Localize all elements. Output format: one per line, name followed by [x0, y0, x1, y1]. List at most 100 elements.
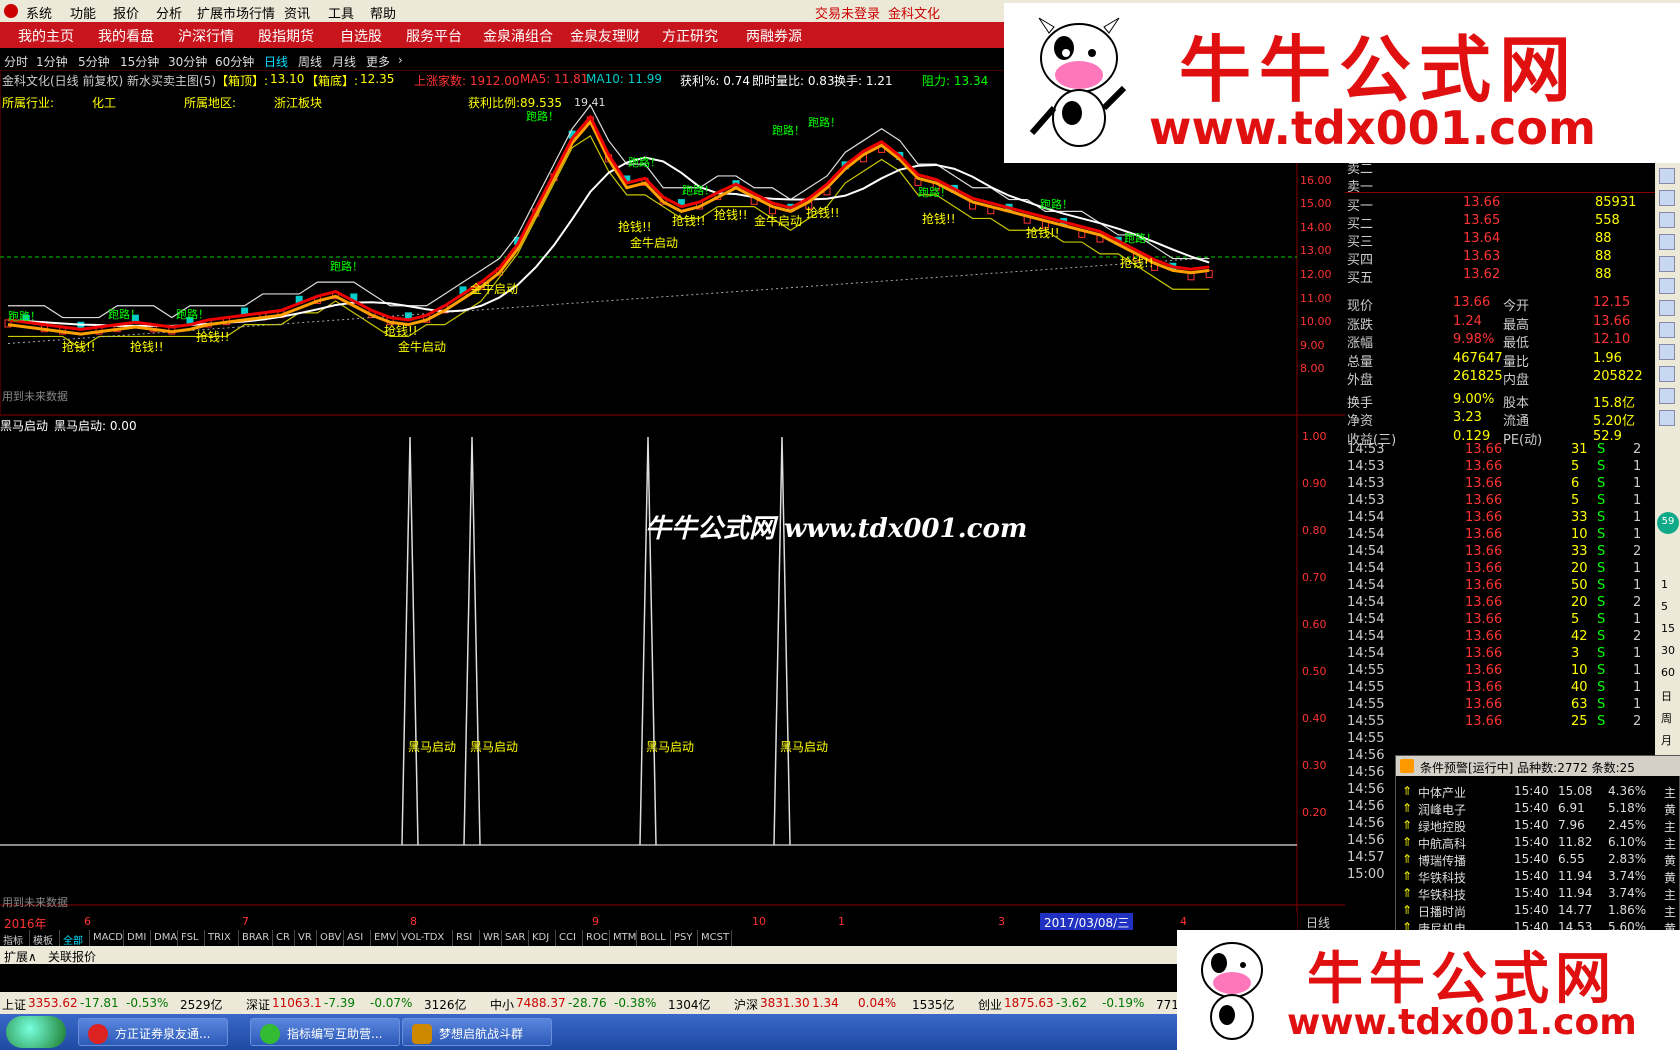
side-tool-icon[interactable]	[1659, 278, 1675, 294]
alert-name[interactable]: 博瑞传播	[1418, 852, 1466, 869]
side-period-label[interactable]: 1	[1661, 578, 1668, 591]
alert-name[interactable]: 日播时尚	[1418, 903, 1466, 920]
nav-margin[interactable]: 两融券源	[746, 26, 802, 46]
alert-name[interactable]: 绿地控股	[1418, 818, 1466, 835]
indicator-tab[interactable]: TRIX	[205, 930, 239, 946]
nav-futures[interactable]: 股指期货	[258, 26, 314, 46]
alert-header[interactable]: 条件预警[运行中] 品种数:2772 条数:25	[1396, 756, 1680, 776]
alert-up-icon: ⇑	[1402, 818, 1413, 832]
menu-item-analysis[interactable]: 分析	[156, 3, 182, 22]
nav-watch[interactable]: 我的看盘	[98, 26, 154, 46]
alert-panel[interactable]: 条件预警[运行中] 品种数:2772 条数:25 ⇑ 中体产业 15:40 15.08…	[1395, 755, 1680, 936]
indicator-tab[interactable]: DMI	[124, 930, 151, 946]
side-tool-icon[interactable]	[1659, 190, 1675, 206]
alert-name[interactable]: 润峰电子	[1418, 801, 1466, 818]
indicator-tab[interactable]: VOL-TDX	[398, 930, 453, 946]
tick-count: 2	[1633, 629, 1642, 644]
side-period-label[interactable]: 周	[1661, 710, 1672, 726]
ext-toggle-button[interactable]: 扩展∧	[4, 948, 37, 965]
trade-status[interactable]: 交易未登录	[815, 3, 880, 22]
period-timeshare[interactable]: 分时	[4, 53, 28, 70]
period-15min[interactable]: 15分钟	[120, 53, 159, 70]
side-period-label[interactable]: 30	[1661, 644, 1675, 657]
period-60min[interactable]: 60分钟	[215, 53, 254, 70]
nav-portfolio[interactable]: 金泉涌组合	[483, 26, 553, 46]
side-tool-icon[interactable]	[1659, 388, 1675, 404]
ma10-value: MA10: 11.99	[586, 72, 663, 86]
indicator-tab[interactable]: ROC	[583, 930, 610, 946]
indicator-tab[interactable]: CR	[273, 930, 295, 946]
index-name[interactable]: 上证	[2, 996, 26, 1013]
nav-finance[interactable]: 金泉友理财	[570, 26, 640, 46]
side-tool-icon[interactable]	[1659, 366, 1675, 382]
period-weekly[interactable]: 周线	[298, 53, 322, 70]
side-period-label[interactable]: 日	[1661, 688, 1672, 704]
indicator-tab[interactable]: MCST	[698, 930, 732, 946]
indicator-tab[interactable]: WR	[480, 930, 502, 946]
alert-name[interactable]: 中体产业	[1418, 784, 1466, 801]
side-period-label[interactable]: 60	[1661, 666, 1675, 679]
stat-label: 总量	[1347, 354, 1374, 370]
alert-name[interactable]: 华铁科技	[1418, 886, 1466, 903]
alert-name[interactable]: 华铁科技	[1418, 869, 1466, 886]
side-tool-icon[interactable]	[1659, 300, 1675, 316]
side-tool-icon[interactable]	[1659, 234, 1675, 250]
menu-item-system[interactable]: 系统	[26, 3, 52, 22]
index-name[interactable]: 深证	[246, 996, 270, 1013]
indicator-tab[interactable]: 指标	[0, 930, 30, 947]
indicator-tab[interactable]: MACD	[90, 930, 124, 946]
menu-item-function[interactable]: 功能	[70, 3, 96, 22]
nav-watchlist[interactable]: 自选股	[340, 26, 382, 46]
indicator-tab[interactable]: KDJ	[529, 930, 556, 946]
indicator-tab[interactable]: 模板	[30, 930, 60, 947]
side-period-label[interactable]: 月	[1661, 732, 1672, 748]
index-name[interactable]: 沪深	[734, 996, 758, 1013]
start-button[interactable]	[6, 1016, 66, 1048]
nav-research[interactable]: 方正研究	[662, 26, 718, 46]
alert-price: 11.94	[1558, 869, 1593, 883]
indicator-tab[interactable]: VR	[295, 930, 317, 946]
indicator-tab[interactable]: BOLL	[637, 930, 671, 946]
indicator-tab[interactable]: OBV	[317, 930, 344, 946]
period-daily[interactable]: 日线	[264, 53, 288, 70]
side-badge[interactable]: 59	[1657, 512, 1679, 534]
indicator-tab[interactable]: DMA	[151, 930, 178, 946]
indicator-tab[interactable]: ASI	[344, 930, 371, 946]
indicator-tab[interactable]: MTM	[610, 930, 637, 946]
indicator-tab[interactable]: EMV	[371, 930, 398, 946]
indicator-tab[interactable]: 全部	[60, 930, 90, 947]
period-1min[interactable]: 1分钟	[36, 53, 68, 70]
period-more[interactable]: 更多	[366, 53, 390, 70]
chevron-right-icon[interactable]: ›	[398, 53, 403, 67]
period-5min[interactable]: 5分钟	[78, 53, 110, 70]
kline-chart-area[interactable]: 金科文化(日线 前复权) 新水买卖主图(5) 【箱顶】: 13.10 【箱底】:…	[0, 70, 1345, 932]
indicator-tab[interactable]: RSI	[453, 930, 480, 946]
menu-item-tools[interactable]: 工具	[328, 3, 354, 22]
nav-home[interactable]: 我的主页	[18, 26, 74, 46]
period-monthly[interactable]: 月线	[332, 53, 356, 70]
alert-name[interactable]: 中航高科	[1418, 835, 1466, 852]
side-tool-icon[interactable]	[1659, 322, 1675, 338]
index-name[interactable]: 中小	[490, 996, 514, 1013]
side-tool-icon[interactable]	[1659, 410, 1675, 426]
indicator-tab[interactable]: PSY	[671, 930, 698, 946]
menu-item-ext-market[interactable]: 扩展市场行情	[197, 3, 275, 22]
indicator-tab[interactable]: CCI	[556, 930, 583, 946]
menu-item-info[interactable]: 资讯	[284, 3, 310, 22]
side-tool-icon[interactable]	[1659, 212, 1675, 228]
related-quote-button[interactable]: 关联报价	[48, 948, 96, 965]
side-period-label[interactable]: 5	[1661, 600, 1668, 613]
nav-service[interactable]: 服务平台	[406, 26, 462, 46]
index-name[interactable]: 创业	[978, 996, 1002, 1013]
indicator-tab[interactable]: BRAR	[239, 930, 273, 946]
menu-item-quote[interactable]: 报价	[113, 3, 139, 22]
menu-item-help[interactable]: 帮助	[370, 3, 396, 22]
side-period-label[interactable]: 15	[1661, 622, 1675, 635]
indicator-tab[interactable]: FSL	[178, 930, 205, 946]
side-tool-icon[interactable]	[1659, 256, 1675, 272]
period-30min[interactable]: 30分钟	[168, 53, 207, 70]
side-tool-icon[interactable]	[1659, 344, 1675, 360]
nav-market[interactable]: 沪深行情	[178, 26, 234, 46]
side-tool-icon[interactable]	[1659, 168, 1675, 184]
indicator-tab[interactable]: SAR	[502, 930, 529, 946]
